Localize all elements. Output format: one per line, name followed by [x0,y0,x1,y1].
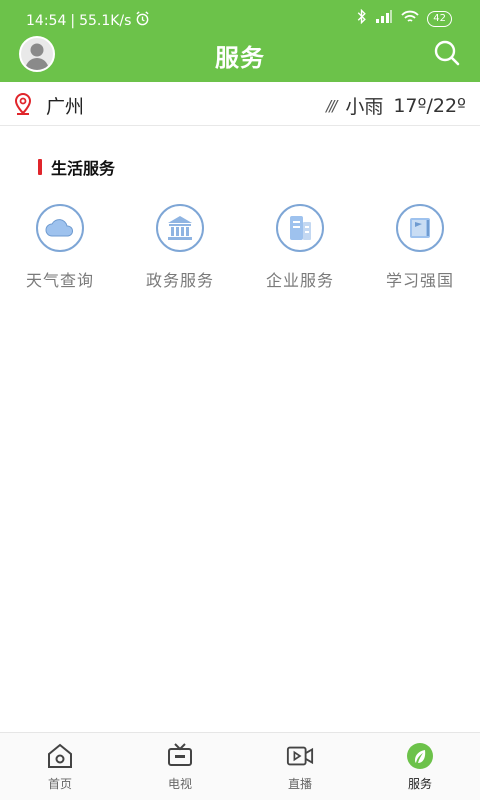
section-accent-bar [38,159,42,175]
tab-label: 直播 [287,777,312,791]
tab-home[interactable]: 首页 [0,733,120,800]
wifi-icon [401,10,419,28]
cloud-icon [36,204,84,252]
service-grid: 天气查询 政务服务 企业服务 学习强国 [0,204,480,291]
status-separator: | [70,12,76,29]
flag-book-icon [396,204,444,252]
tab-label: 服务 [407,777,432,791]
service-xuexi[interactable]: 学习强国 [360,204,480,291]
status-net-speed: 55.1K/s [79,12,132,29]
compass-leaf-icon [406,742,434,770]
bottom-tabbar: 首页 电视 直播 服务 [0,732,480,800]
home-icon [46,742,74,770]
rain-icon: /// [326,96,337,115]
status-time: 14:54 [26,12,67,29]
section-title-text: 生活服务 [51,159,116,178]
service-government[interactable]: 政务服务 [120,204,240,291]
status-bar: 14:54 | 55.1K/s 42 [0,0,480,36]
tv-icon [166,742,194,770]
tab-tv[interactable]: 电视 [120,733,240,800]
temperature: 17º/22º [393,94,466,117]
signal-icon [375,9,393,28]
app-header: 14:54 | 55.1K/s 42 服务 [0,0,480,82]
city-name[interactable]: 广州 [46,92,84,119]
location-weather-bar: 广州 /// 小雨 17º/22º [0,82,480,126]
location-pin-icon [14,92,32,119]
bluetooth-icon [357,8,367,28]
status-left: 14:54 | 55.1K/s [26,11,150,30]
tab-service[interactable]: 服务 [360,733,480,800]
service-label: 政务服务 [145,271,214,290]
tab-label: 首页 [47,777,72,791]
service-weather[interactable]: 天气查询 [0,204,120,291]
tab-live[interactable]: 直播 [240,733,360,800]
live-video-icon [286,742,314,770]
page-title: 服务 [215,44,265,72]
weather-text: 小雨 [345,96,384,118]
battery-indicator: 42 [427,10,452,27]
service-label: 学习强国 [385,271,454,290]
service-enterprise[interactable]: 企业服务 [240,204,360,291]
office-building-icon [276,204,324,252]
government-building-icon [156,204,204,252]
search-icon[interactable] [432,38,462,68]
tab-label: 电视 [167,777,192,791]
weather-info: /// 小雨 17º/22º [326,92,466,119]
alarm-icon [135,11,150,30]
service-label: 天气查询 [25,271,94,290]
status-right: 42 [357,8,452,28]
service-label: 企业服务 [265,271,334,290]
section-title: 生活服务 [38,155,115,179]
